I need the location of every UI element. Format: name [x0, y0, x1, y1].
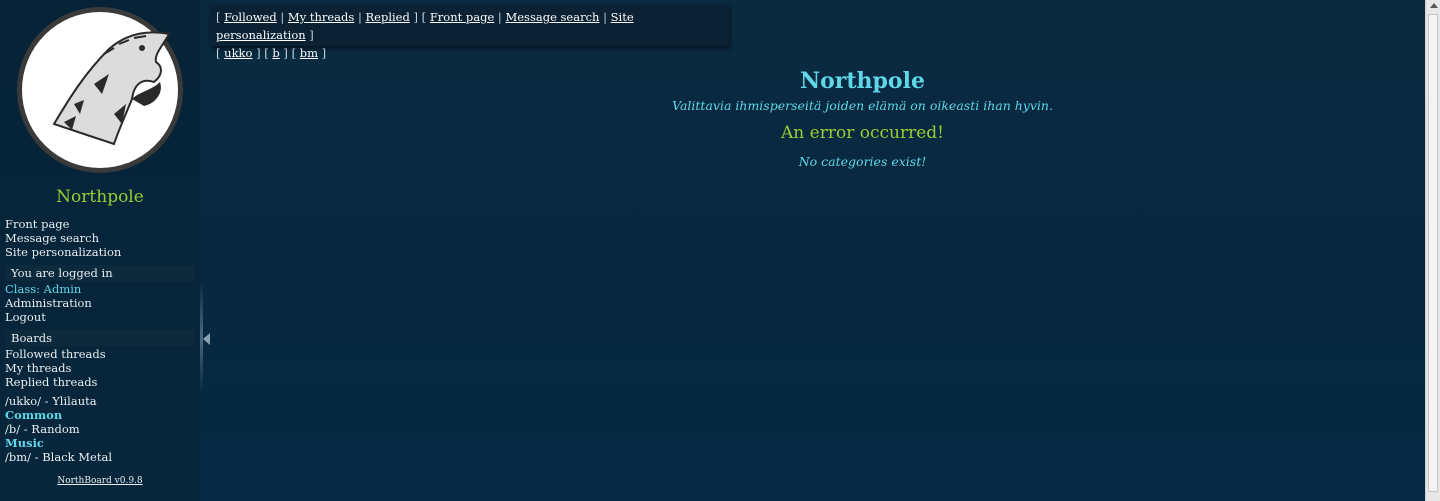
sidebar-link-logout[interactable]: Logout	[5, 310, 92, 324]
version-link[interactable]: NorthBoard v0.9.8	[0, 476, 200, 486]
scroll-up-arrow-icon[interactable]	[1430, 3, 1438, 8]
sidebar-link-replied-threads[interactable]: Replied threads	[5, 375, 106, 389]
sidebar-thread-links: Followed threads My threads Replied thre…	[5, 347, 106, 389]
sidebar-board-list: /ukko/ - Ylilauta Common /b/ - Random Mu…	[5, 394, 112, 464]
sidebar: Northpole Front page Message search Site…	[0, 0, 200, 501]
topnav-board-ukko[interactable]: ukko	[224, 46, 252, 60]
page-title: Northpole	[800, 68, 925, 94]
error-message: No categories exist!	[798, 154, 927, 169]
page-subtitle: Valittavia ihmisperseitä joiden elämä on…	[672, 98, 1053, 113]
sidebar-link-followed-threads[interactable]: Followed threads	[5, 347, 106, 361]
sidebar-account-links: Class: Admin Administration Logout	[5, 282, 92, 324]
logged-in-header: You are logged in	[5, 265, 195, 281]
scrollbar-thumb[interactable]	[1428, 14, 1438, 492]
board-category-common: Common	[5, 408, 63, 422]
board-link-ukko[interactable]: /ukko/ - Ylilauta	[5, 394, 112, 408]
boards-header: Boards	[5, 330, 195, 346]
topnav-replied[interactable]: Replied	[366, 10, 410, 24]
sidebar-link-site-personalization[interactable]: Site personalization	[5, 245, 121, 259]
vertical-scrollbar[interactable]	[1425, 0, 1440, 501]
sidebar-main-links: Front page Message search Site personali…	[5, 217, 121, 259]
sidebar-link-message-search[interactable]: Message search	[5, 231, 121, 245]
user-class-label: Class: Admin	[5, 282, 82, 296]
error-heading: An error occurred!	[781, 123, 944, 143]
collapse-arrow-icon[interactable]	[203, 333, 210, 345]
topnav-my-threads[interactable]: My threads	[288, 10, 354, 24]
topnav-followed[interactable]: Followed	[224, 10, 277, 24]
board-link-b[interactable]: /b/ - Random	[5, 422, 112, 436]
sidebar-link-administration[interactable]: Administration	[5, 296, 92, 310]
topnav-message-search[interactable]: Message search	[505, 10, 599, 24]
board-category-music: Music	[5, 436, 44, 450]
topnav-row-1: [ Followed | My threads | Replied ] [ Fr…	[216, 10, 634, 42]
site-name: Northpole	[56, 187, 144, 207]
polar-bear-logo-icon[interactable]	[14, 4, 186, 176]
topnav-board-bm[interactable]: bm	[300, 46, 318, 60]
top-navigation: [ Followed | My threads | Replied ] [ Fr…	[210, 6, 729, 60]
topnav-front-page[interactable]: Front page	[430, 10, 494, 24]
topnav-board-b[interactable]: b	[272, 46, 279, 60]
board-link-bm[interactable]: /bm/ - Black Metal	[5, 450, 112, 464]
topnav-row-2: [ ukko ] [ b ] [ bm ]	[216, 46, 327, 60]
sidebar-link-front-page[interactable]: Front page	[5, 217, 121, 231]
sidebar-link-my-threads[interactable]: My threads	[5, 361, 106, 375]
